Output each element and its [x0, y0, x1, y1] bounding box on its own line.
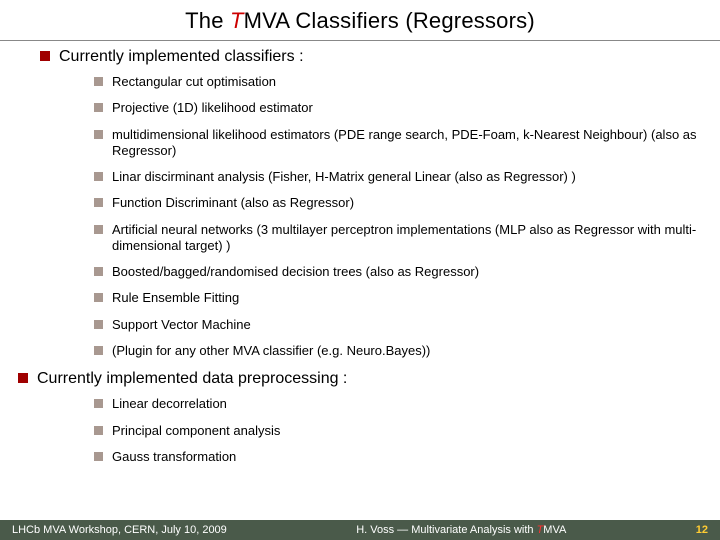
list-item: Rectangular cut optimisation	[94, 74, 704, 90]
page-number: 12	[696, 524, 708, 536]
title-rule	[0, 40, 720, 41]
footer-center-pre: H. Voss ― Multivariate Analysis with	[356, 524, 536, 536]
bullet-icon	[94, 426, 103, 435]
bullet-icon	[40, 51, 50, 61]
title-prefix: The	[185, 8, 230, 33]
list-item: Artificial neural networks (3 multilayer…	[94, 222, 704, 255]
bullet-icon	[94, 103, 103, 112]
bullet-icon	[94, 346, 103, 355]
footer-bar: LHCb MVA Workshop, CERN, July 10, 2009 H…	[0, 520, 720, 540]
item-text: Projective (1D) likelihood estimator	[112, 100, 704, 116]
list-item: Principal component analysis	[94, 423, 704, 439]
bullet-icon	[94, 198, 103, 207]
item-text: Rule Ensemble Fitting	[112, 290, 704, 306]
bullet-icon	[94, 225, 103, 234]
section2-label: Currently implemented data preprocessing…	[37, 369, 347, 388]
footer-center: H. Voss ― Multivariate Analysis with TMV…	[227, 524, 696, 536]
title-t: T	[230, 8, 244, 33]
item-text: Linar discirminant analysis (Fisher, H-M…	[112, 169, 704, 185]
item-text: Rectangular cut optimisation	[112, 74, 704, 90]
footer-left: LHCb MVA Workshop, CERN, July 10, 2009	[12, 524, 227, 536]
list-item: multidimensional likelihood estimators (…	[94, 127, 704, 160]
list-item: Gauss transformation	[94, 449, 704, 465]
item-text: Gauss transformation	[112, 449, 704, 465]
bullet-icon	[94, 267, 103, 276]
slide-title: The TMVA Classifiers (Regressors)	[0, 0, 720, 38]
list-item: Rule Ensemble Fitting	[94, 290, 704, 306]
bullet-icon	[94, 399, 103, 408]
title-rest: MVA Classifiers (Regressors)	[244, 8, 535, 33]
bullet-icon	[94, 77, 103, 86]
bullet-icon	[18, 373, 28, 383]
list-item: (Plugin for any other MVA classifier (e.…	[94, 343, 704, 359]
item-text: Boosted/bagged/randomised decision trees…	[112, 264, 704, 280]
section1-label: Currently implemented classifiers :	[59, 47, 304, 66]
item-text: multidimensional likelihood estimators (…	[112, 127, 704, 160]
content-area: Currently implemented classifiers : Rect…	[0, 47, 720, 465]
bullet-icon	[94, 320, 103, 329]
bullet-icon	[94, 172, 103, 181]
list-item: Support Vector Machine	[94, 317, 704, 333]
list-item: Linar discirminant analysis (Fisher, H-M…	[94, 169, 704, 185]
list-item: Projective (1D) likelihood estimator	[94, 100, 704, 116]
item-text: Principal component analysis	[112, 423, 704, 439]
item-text: Linear decorrelation	[112, 396, 704, 412]
item-text: (Plugin for any other MVA classifier (e.…	[112, 343, 704, 359]
bullet-icon	[94, 130, 103, 139]
footer-center-post: MVA	[543, 524, 566, 536]
bullet-icon	[94, 293, 103, 302]
section-heading-1: Currently implemented classifiers :	[40, 47, 704, 66]
list-item: Linear decorrelation	[94, 396, 704, 412]
item-text: Artificial neural networks (3 multilayer…	[112, 222, 704, 255]
list-item: Boosted/bagged/randomised decision trees…	[94, 264, 704, 280]
list-item: Function Discriminant (also as Regressor…	[94, 195, 704, 211]
item-text: Function Discriminant (also as Regressor…	[112, 195, 704, 211]
item-text: Support Vector Machine	[112, 317, 704, 333]
section-heading-2: Currently implemented data preprocessing…	[18, 369, 704, 388]
bullet-icon	[94, 452, 103, 461]
